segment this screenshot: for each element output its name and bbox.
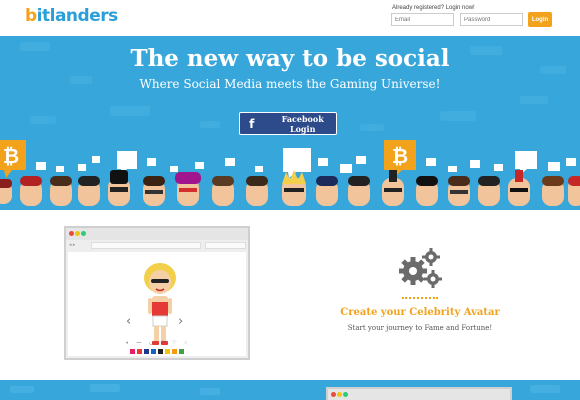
avatar-crowd: ₿ ₿ xyxy=(0,140,580,206)
minimize-dot-icon xyxy=(337,392,342,397)
color-swatch[interactable] xyxy=(151,349,156,354)
email-field[interactable] xyxy=(391,13,454,26)
minimize-dot-icon xyxy=(75,231,80,236)
login-note[interactable]: Already registered? Login now! xyxy=(392,5,475,11)
hero-subtitle: Where Social Media meets the Gaming Univ… xyxy=(139,77,441,91)
dotted-divider xyxy=(402,297,438,299)
maximize-dot-icon xyxy=(81,231,86,236)
bitcoin-icon-left: ₿ xyxy=(0,140,26,178)
browser-titlebar xyxy=(66,228,248,240)
color-swatch[interactable] xyxy=(165,349,170,354)
hero-title: The new way to be social xyxy=(130,45,450,72)
hero-banner: The new way to be social Where Social Me… xyxy=(0,36,580,210)
login-button[interactable]: Login xyxy=(528,12,552,27)
close-dot-icon xyxy=(331,392,336,397)
facebook-login-label: Facebook Login xyxy=(281,113,324,134)
browser-url-bar xyxy=(91,242,201,249)
top-header: bitlanders Already registered? Login now… xyxy=(0,0,580,36)
maximize-dot-icon xyxy=(343,392,348,397)
facebook-login-button[interactable]: f Facebook Login xyxy=(239,112,337,135)
feature-subtitle: Start your journey to Fame and Fortune! xyxy=(347,324,493,332)
svg-text:₿: ₿ xyxy=(3,144,19,168)
password-field[interactable] xyxy=(460,13,523,26)
gears-icon xyxy=(399,248,442,288)
bitlanders-logo[interactable]: bitlanders xyxy=(25,6,118,26)
browser-titlebar xyxy=(328,389,510,400)
login-now-link[interactable]: Already registered? Login now! xyxy=(392,5,475,11)
close-dot-icon xyxy=(69,231,74,236)
bitcoin-icon-right: ₿ xyxy=(384,140,416,178)
color-swatch[interactable] xyxy=(130,349,135,354)
feature-title: Create your Celebrity Avatar xyxy=(340,307,500,318)
browser-search-bar xyxy=(205,242,246,249)
browser-nav-icon: ◂ ▸ xyxy=(69,242,76,248)
color-swatch[interactable] xyxy=(144,349,149,354)
svg-text:₿: ₿ xyxy=(392,144,408,168)
color-swatch[interactable] xyxy=(172,349,177,354)
color-swatch[interactable] xyxy=(137,349,142,354)
color-swatch[interactable] xyxy=(179,349,184,354)
avatar-figure xyxy=(144,263,176,345)
facebook-icon: f xyxy=(249,116,255,131)
color-swatches[interactable] xyxy=(130,349,184,354)
second-browser-mockup xyxy=(326,387,512,400)
color-swatch[interactable] xyxy=(158,349,163,354)
avatar-tool-icons[interactable]: ◐ ⁓ ◡ ◠ ♡ ◌ xyxy=(126,340,190,346)
